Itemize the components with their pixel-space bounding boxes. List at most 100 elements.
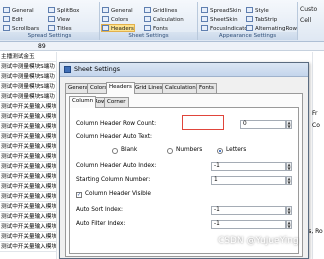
ribbon-splitbox-button[interactable]: SplitBox [48,7,79,15]
style-icon [246,7,253,13]
ribbon: General Edit Scrollbars SplitBox View Ti… [0,0,324,42]
ribbon-sheetskin-button[interactable]: SheetSkin [201,16,238,24]
sheet-row[interactable]: 测试中开关量输入模块 [0,162,56,172]
ribbon-group-appearance-settings: SpreadSkin SheetSkin FocusIndicator Styl… [198,2,298,40]
sheet-row[interactable]: 测试中开关量输入模块 [0,182,56,192]
auto-sort-input[interactable]: -1 [211,206,286,215]
sheet-row[interactable]: 测试中开关量输入模块 [0,142,56,152]
sheet-row[interactable]: 测试中测量模块S端功 [0,72,56,82]
general-icon [3,7,10,13]
radio-letters-label: Letters [226,147,247,153]
radio-letters[interactable] [217,148,223,154]
radio-blank-label: Blank [121,147,138,153]
sheet-row[interactable]: 测试中开关量输入模块 [0,132,56,142]
auto-index-input[interactable]: -1 [211,162,286,171]
ribbon-group-caption: Sheet Settings [100,32,197,40]
ribbon-view-button[interactable]: View [48,16,70,24]
calculation-icon [144,16,151,22]
sheet-row[interactable]: 测试中开关量输入模块 [0,202,56,212]
auto-filter-input[interactable]: -1 [211,220,286,229]
spin-down-icon: ▼ [287,165,291,171]
visible-checkbox[interactable]: ✓ [76,192,82,198]
headers-icon [102,25,109,31]
ribbon-colors-button[interactable]: Colors [102,16,128,24]
tabstrip-icon [246,16,253,22]
auto-index-spinner[interactable]: ▲ ▼ [286,162,292,171]
fonts-icon [144,25,151,31]
sheet-row[interactable]: 测试中开关量输入模块 [0,152,56,162]
sheet-row[interactable]: 测试中开关量输入模块 [0,172,56,182]
highlight-rectangle [182,115,224,130]
radio-numbers-label: Numbers [176,147,203,153]
ribbon-headers-button[interactable]: Headers [101,24,135,32]
ribbon-general-button[interactable]: General [3,7,34,15]
tab-calculation[interactable]: Calculation [162,83,199,93]
general-icon [102,7,109,13]
sheet-row[interactable]: 测试中开关量输入模块 [0,112,56,122]
spin-down-icon: ▼ [287,223,291,229]
colors-icon [102,16,109,22]
edit-icon [3,16,10,22]
formula-bar: 89 [0,42,324,51]
alternatingrow-icon [246,25,253,31]
sheet-row[interactable]: 测试中开关量输入模块 [0,242,56,252]
sheet-row[interactable]: 测试中测量模块S端功 [0,62,56,72]
sheet-row[interactable]: 测试中开关量输入模块 [0,212,56,222]
splitbox-icon [48,7,55,13]
right-col-text: Fr [312,110,318,117]
radio-numbers[interactable] [167,148,173,154]
dialog-title: Sheet Settings [74,66,121,73]
auto-filter-spinner[interactable]: ▲ ▼ [286,220,292,229]
sheet-row[interactable]: 主播测试金玉 [0,52,56,62]
sheet-row[interactable]: 测试中测量模块S端功 [0,92,56,102]
row-count-input[interactable]: 0 [240,120,286,129]
starting-column-label: Starting Column Number: [76,177,151,183]
ribbon-gridlines-button[interactable]: Gridlines [144,7,177,15]
ribbon-spreadskin-button[interactable]: SpreadSkin [201,7,241,15]
right-col-text: Custo [300,6,318,13]
visible-label: Column Header Visible [85,191,151,197]
sheet-row[interactable]: 测试中开关量输入模块 [0,222,56,232]
sheet-rows: 主播测试金玉 测试中测量模块S端功 测试中测量模块S端功 测试中测量模块S端功 … [0,52,56,252]
auto-filter-label: Auto Filter Index: [76,221,126,227]
sheet-row[interactable]: 测试中开关量输入模块 [0,232,56,242]
view-icon [48,16,55,22]
row-count-label: Column Header Row Count: [76,121,157,127]
auto-sort-label: Auto Sort Index: [76,207,123,213]
ribbon-sheet-general-button[interactable]: General [102,7,133,15]
gridlines-icon [144,7,151,13]
spreadskin-icon [201,7,208,13]
right-col-text: Co [312,122,320,129]
ribbon-tabstrip-button[interactable]: TabStrip [246,16,277,24]
watermark: CSDN @YuJueYing [218,236,299,246]
sheetskin-icon [201,16,208,22]
subtab-corner[interactable]: Corner [104,97,129,107]
tab-headers[interactable]: Headers [106,82,135,94]
starting-column-input[interactable]: 1 [211,176,286,185]
right-col-text: Cell [300,17,312,24]
titles-icon [48,25,55,31]
formula-value: 89 [38,43,46,50]
sheet-row[interactable]: 测试中开关量输入模块 [0,102,56,112]
right-column: Custo Cell [300,0,324,26]
app-icon [64,66,71,73]
tab-fonts[interactable]: Fonts [196,83,217,93]
sheet-row[interactable]: 测试中开关量输入模块 [0,122,56,132]
sheet-row[interactable]: 测试中开关量输入模块 [0,192,56,202]
auto-text-label: Column Header Auto Text: [76,134,152,140]
auto-sort-spinner[interactable]: ▲ ▼ [286,206,292,215]
ribbon-group-caption: Spread Settings [0,32,99,40]
tab-grid-lines[interactable]: Grid Lines [132,83,166,93]
sheet-row[interactable]: 测试中测量模块S端功 [0,82,56,92]
focusindicator-icon [201,25,208,31]
starting-column-spinner[interactable]: ▲ ▼ [286,176,292,185]
auto-index-label: Column Header Auto Index: [76,163,157,169]
ribbon-calculation-button[interactable]: Calculation [144,16,184,24]
subtab-column[interactable]: Column [69,96,97,108]
grid-line [56,52,57,259]
ribbon-edit-button[interactable]: Edit [3,16,23,24]
row-count-spinner[interactable]: ▲ ▼ [286,120,292,129]
dialog-titlebar[interactable]: Sheet Settings [60,63,308,77]
ribbon-style-button[interactable]: Style [246,7,269,15]
radio-blank[interactable] [112,148,118,154]
